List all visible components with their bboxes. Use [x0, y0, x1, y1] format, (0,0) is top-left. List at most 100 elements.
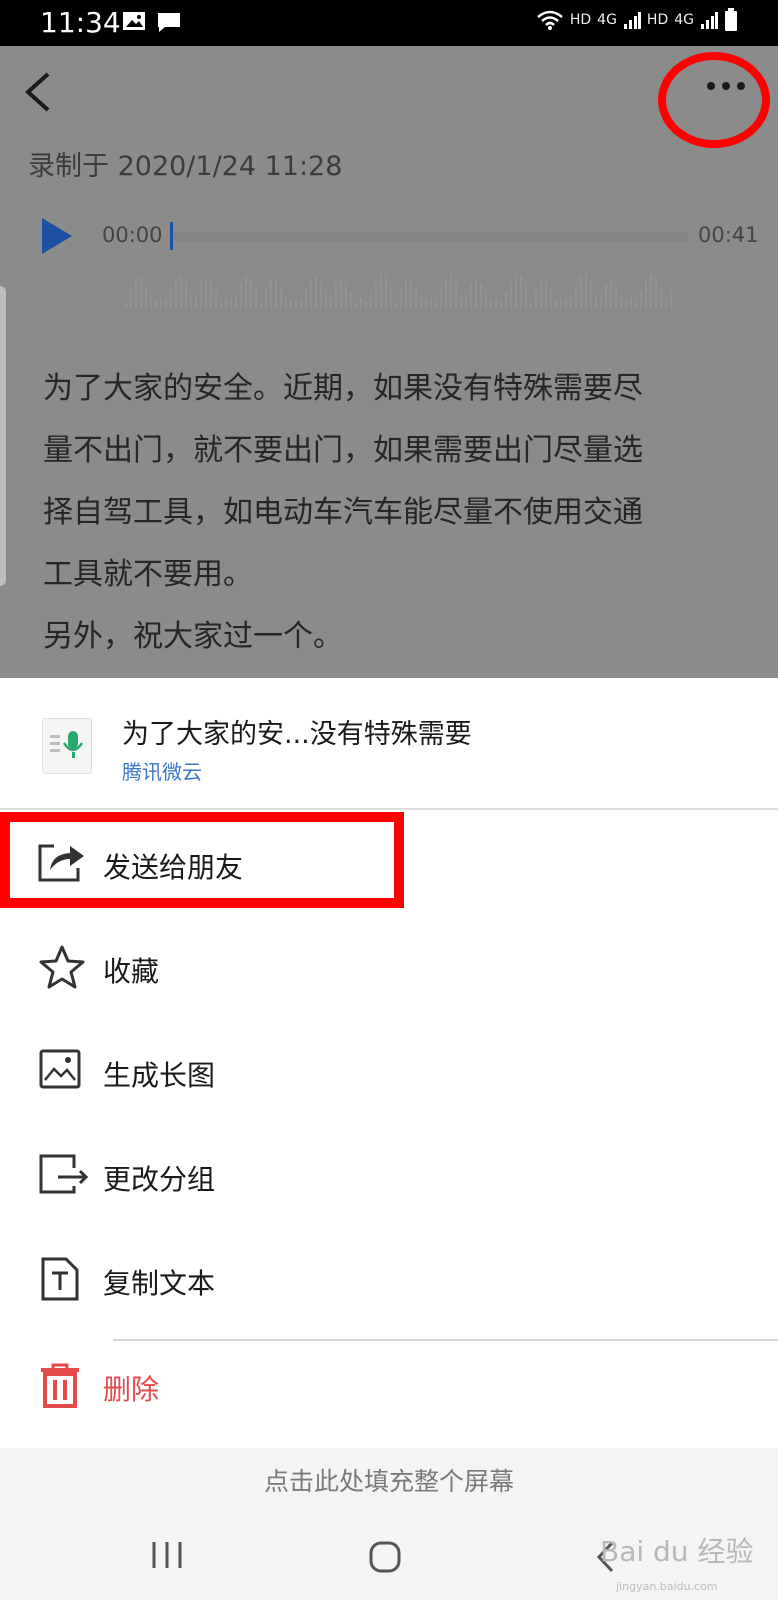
waveform-bar: [275, 278, 277, 308]
player-start-time: 00:00: [102, 223, 163, 247]
waveform-bar: [325, 294, 327, 308]
menu-item-label: 删除: [103, 1373, 160, 1406]
card-source: 腾讯微云: [122, 760, 202, 784]
waveform-bar: [335, 282, 337, 308]
waveform-bar: [290, 299, 292, 308]
waveform-bar: [615, 285, 617, 308]
waveform-bar: [225, 298, 227, 308]
waveform-bar: [295, 298, 297, 308]
waveform-bar: [430, 298, 432, 308]
waveform-bar: [220, 300, 222, 308]
waveform-bar: [450, 274, 452, 308]
waveform-bar: [485, 293, 487, 308]
share-sheet: 为了大家的安...没有特殊需要 腾讯微云 发送给朋友 收藏 生成长图 更改分组 …: [0, 678, 778, 1448]
waveform-bar: [665, 301, 667, 308]
transcript-text: 为了大家的安全。近期，如果没有特殊需要尽 量不出门，就不要出门，如果需要出门尽量…: [43, 358, 733, 668]
watermark-url: jingyan.baidu.com: [616, 1580, 718, 1593]
waveform-bar: [625, 299, 627, 308]
move-group-icon: [39, 1154, 89, 1194]
signal-icon-2: [701, 12, 718, 29]
waveform-bar: [285, 296, 287, 308]
waveform-bar: [460, 293, 462, 308]
waveform-bar: [150, 295, 152, 308]
player-end-time: 00:41: [698, 223, 759, 247]
waveform-bar: [155, 300, 157, 308]
waveform-bar: [135, 278, 137, 308]
network-4g-1: 4G: [597, 12, 617, 28]
waveform-bar: [175, 279, 177, 308]
waveform-bar: [230, 300, 232, 308]
menu-item-delete[interactable]: 删除: [0, 1334, 778, 1438]
waveform-bar: [395, 301, 397, 308]
waveform-bar: [270, 278, 272, 308]
waveform-bar: [160, 298, 162, 308]
menu-item-label: 复制文本: [103, 1267, 216, 1300]
waveform-bar: [210, 281, 212, 308]
transcript-line: 择自驾工具，如电动车汽车能尽量不使用交通: [43, 495, 643, 530]
waveform-bar: [125, 302, 127, 308]
wifi-icon: [537, 10, 563, 30]
waveform-bar: [375, 282, 377, 308]
waveform-bar: [205, 277, 207, 308]
edge-handle: [0, 286, 6, 586]
waveform-bar: [330, 294, 332, 308]
waveform-bar: [500, 301, 502, 308]
waveform-bar: [390, 286, 392, 308]
waveform-bar: [410, 280, 412, 308]
waveform-bar: [445, 277, 447, 308]
image-icon: [39, 1049, 81, 1089]
waveform-bar: [180, 276, 182, 308]
progress-cursor[interactable]: [170, 222, 173, 250]
waveform-bar: [215, 290, 217, 308]
waveform-bar: [600, 294, 602, 308]
waveform-bar: [250, 277, 252, 308]
menu-item-favorite[interactable]: 收藏: [0, 916, 778, 1020]
note-thumbnail: [42, 718, 92, 774]
card-title: 为了大家的安...没有特殊需要: [122, 719, 472, 750]
waveform-bar: [305, 288, 307, 308]
message-notification-icon: [158, 13, 180, 32]
waveform-bar: [355, 301, 357, 308]
menu-item-label: 生成长图: [103, 1059, 216, 1092]
progress-track[interactable]: [170, 232, 688, 242]
waveform-bar: [630, 297, 632, 308]
back-arrow-icon[interactable]: [22, 72, 52, 112]
transcript-line: 另外，祝大家过一个。: [43, 619, 343, 654]
waveform-bar: [425, 298, 427, 308]
gallery-notification-icon: [123, 12, 145, 30]
waveform-bar: [300, 298, 302, 308]
waveform-bar: [260, 301, 262, 308]
waveform-bar: [595, 293, 597, 308]
microphone-icon: [50, 731, 84, 758]
status-time: 11:34: [40, 6, 121, 39]
waveform-bar: [315, 275, 317, 308]
menu-item-change-group[interactable]: 更改分组: [0, 1124, 778, 1228]
waveform-bar: [580, 276, 582, 308]
waveform-bar: [435, 298, 437, 308]
waveform-bar: [495, 297, 497, 308]
network-hd-2: HD: [646, 12, 669, 28]
trash-icon: [41, 1363, 79, 1408]
fill-screen-bar[interactable]: 点击此处填充整个屏幕: [0, 1448, 778, 1510]
waveform-bar: [340, 278, 342, 308]
waveform-bar: [635, 301, 637, 308]
recent-apps-icon[interactable]: [150, 1540, 184, 1570]
play-icon[interactable]: [40, 216, 74, 256]
watermark-brand: Bai du 经验: [600, 1535, 754, 1568]
status-indicators: HD 4G HD 4G: [536, 8, 738, 32]
menu-item-copy-text[interactable]: 复制文本: [0, 1228, 778, 1332]
waveform-bar: [245, 276, 247, 308]
status-bar: 11:34 HD 4G HD 4G: [0, 0, 778, 46]
menu-item-generate-long-image[interactable]: 生成长图: [0, 1020, 778, 1124]
home-icon[interactable]: [368, 1540, 402, 1574]
waveform-bar: [640, 290, 642, 308]
waveform-bar: [660, 286, 662, 308]
waveform-bar: [555, 299, 557, 308]
waveform-bar: [370, 293, 372, 308]
waveform-bar: [320, 280, 322, 308]
waveform-bar: [130, 287, 132, 308]
waveform-bar: [200, 281, 202, 308]
waveform-bar: [570, 297, 572, 308]
waveform-bar: [190, 294, 192, 308]
waveform-bar: [195, 294, 197, 308]
